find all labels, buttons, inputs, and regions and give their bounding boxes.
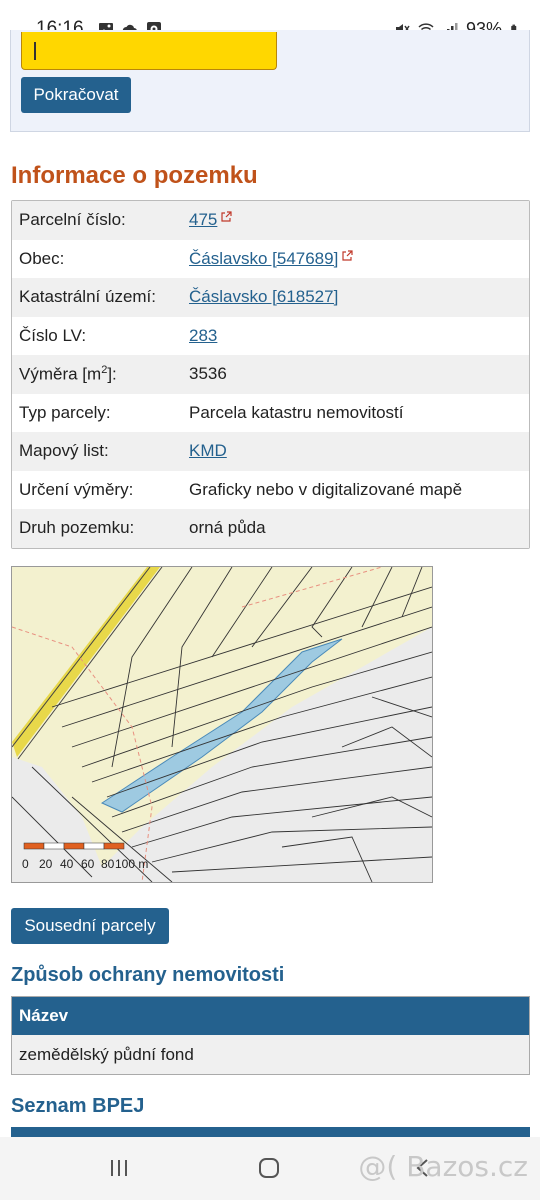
info-row: Výměra [m2]: 3536 xyxy=(12,355,529,394)
info-row-value: orná půda xyxy=(189,518,266,538)
info-row-value: 3536 xyxy=(189,364,227,384)
bpej-table-header xyxy=(11,1127,530,1137)
search-form: Pokračovat xyxy=(10,30,530,132)
external-link-icon[interactable] xyxy=(217,210,232,229)
section-title-bpej: Seznam BPEJ xyxy=(11,1095,145,1117)
info-row-label: Číslo LV: xyxy=(19,325,87,345)
scale-label: 40 xyxy=(60,857,74,871)
info-row-link[interactable]: 283 xyxy=(189,326,529,346)
info-row: Druh pozemku: orná půda xyxy=(12,509,529,548)
info-row-label: Druh pozemku: xyxy=(19,518,135,538)
info-row-label: Parcelní číslo: xyxy=(19,210,126,230)
info-row: Mapový list: KMD xyxy=(12,432,529,471)
info-row-label: Obec: xyxy=(19,248,65,268)
scale-label: 80 xyxy=(101,857,115,871)
protection-table: Název zemědělský půdní fond xyxy=(11,996,530,1075)
home-icon[interactable] xyxy=(258,1157,280,1179)
continue-button[interactable]: Pokračovat xyxy=(21,77,131,113)
scale-label: 60 xyxy=(81,857,95,871)
info-row-link[interactable]: KMD xyxy=(189,441,529,461)
text-caret xyxy=(34,42,36,60)
info-row-link[interactable]: 475 xyxy=(189,210,529,230)
section-title-parcel-info: Informace o pozemku xyxy=(11,162,258,189)
info-row-label: Určení výměry: xyxy=(19,479,134,499)
info-row: Katastrální území: Čáslavsko [618527] xyxy=(12,278,529,317)
parcel-number-input[interactable] xyxy=(21,32,277,70)
info-row: Číslo LV: 283 xyxy=(12,316,529,355)
info-row: Typ parcely: Parcela katastru nemovitostí xyxy=(12,393,529,432)
map-canvas: 0 20 40 60 80 100 m xyxy=(12,567,432,882)
scale-label: 0 xyxy=(22,857,29,871)
info-row: Určení výměry: Graficky nebo v digitalizo… xyxy=(12,470,529,509)
watermark-logo: @( Bazos.cz xyxy=(358,1150,528,1183)
protection-table-row: zemědělský půdní fond xyxy=(12,1035,529,1074)
recent-apps-icon[interactable] xyxy=(108,1157,130,1179)
info-row-link[interactable]: Čáslavsko [618527] xyxy=(189,287,529,307)
info-row-label: Mapový list: xyxy=(19,441,109,461)
parcel-info-table: Parcelní číslo: 475 Obec: Čáslavsko [547689… xyxy=(11,200,530,549)
neighbor-parcels-button[interactable]: Sousední parcely xyxy=(11,908,169,944)
info-row: Parcelní číslo: 475 xyxy=(12,201,529,240)
info-row-label: Typ parcely: xyxy=(19,402,111,422)
section-title-protection: Způsob ochrany nemovitosti xyxy=(11,964,285,986)
protection-table-header: Název xyxy=(12,997,529,1035)
external-link-icon[interactable] xyxy=(338,249,353,268)
info-row-label: Výměra [m2]: xyxy=(19,363,117,384)
info-row: Obec: Čáslavsko [547689] xyxy=(12,239,529,278)
scale-label: 20 xyxy=(39,857,53,871)
map-scale-labels: 0 20 40 60 80 100 m xyxy=(22,857,148,871)
info-row-link[interactable]: Čáslavsko [547689] xyxy=(189,249,529,269)
info-row-value: Parcela katastru nemovitostí xyxy=(189,402,404,422)
info-row-label: Katastrální území: xyxy=(19,287,157,307)
info-row-value: Graficky nebo v digitalizované mapě xyxy=(189,479,463,499)
cadastral-map[interactable]: 0 20 40 60 80 100 m xyxy=(11,566,433,883)
scale-label: 100 m xyxy=(115,857,148,871)
